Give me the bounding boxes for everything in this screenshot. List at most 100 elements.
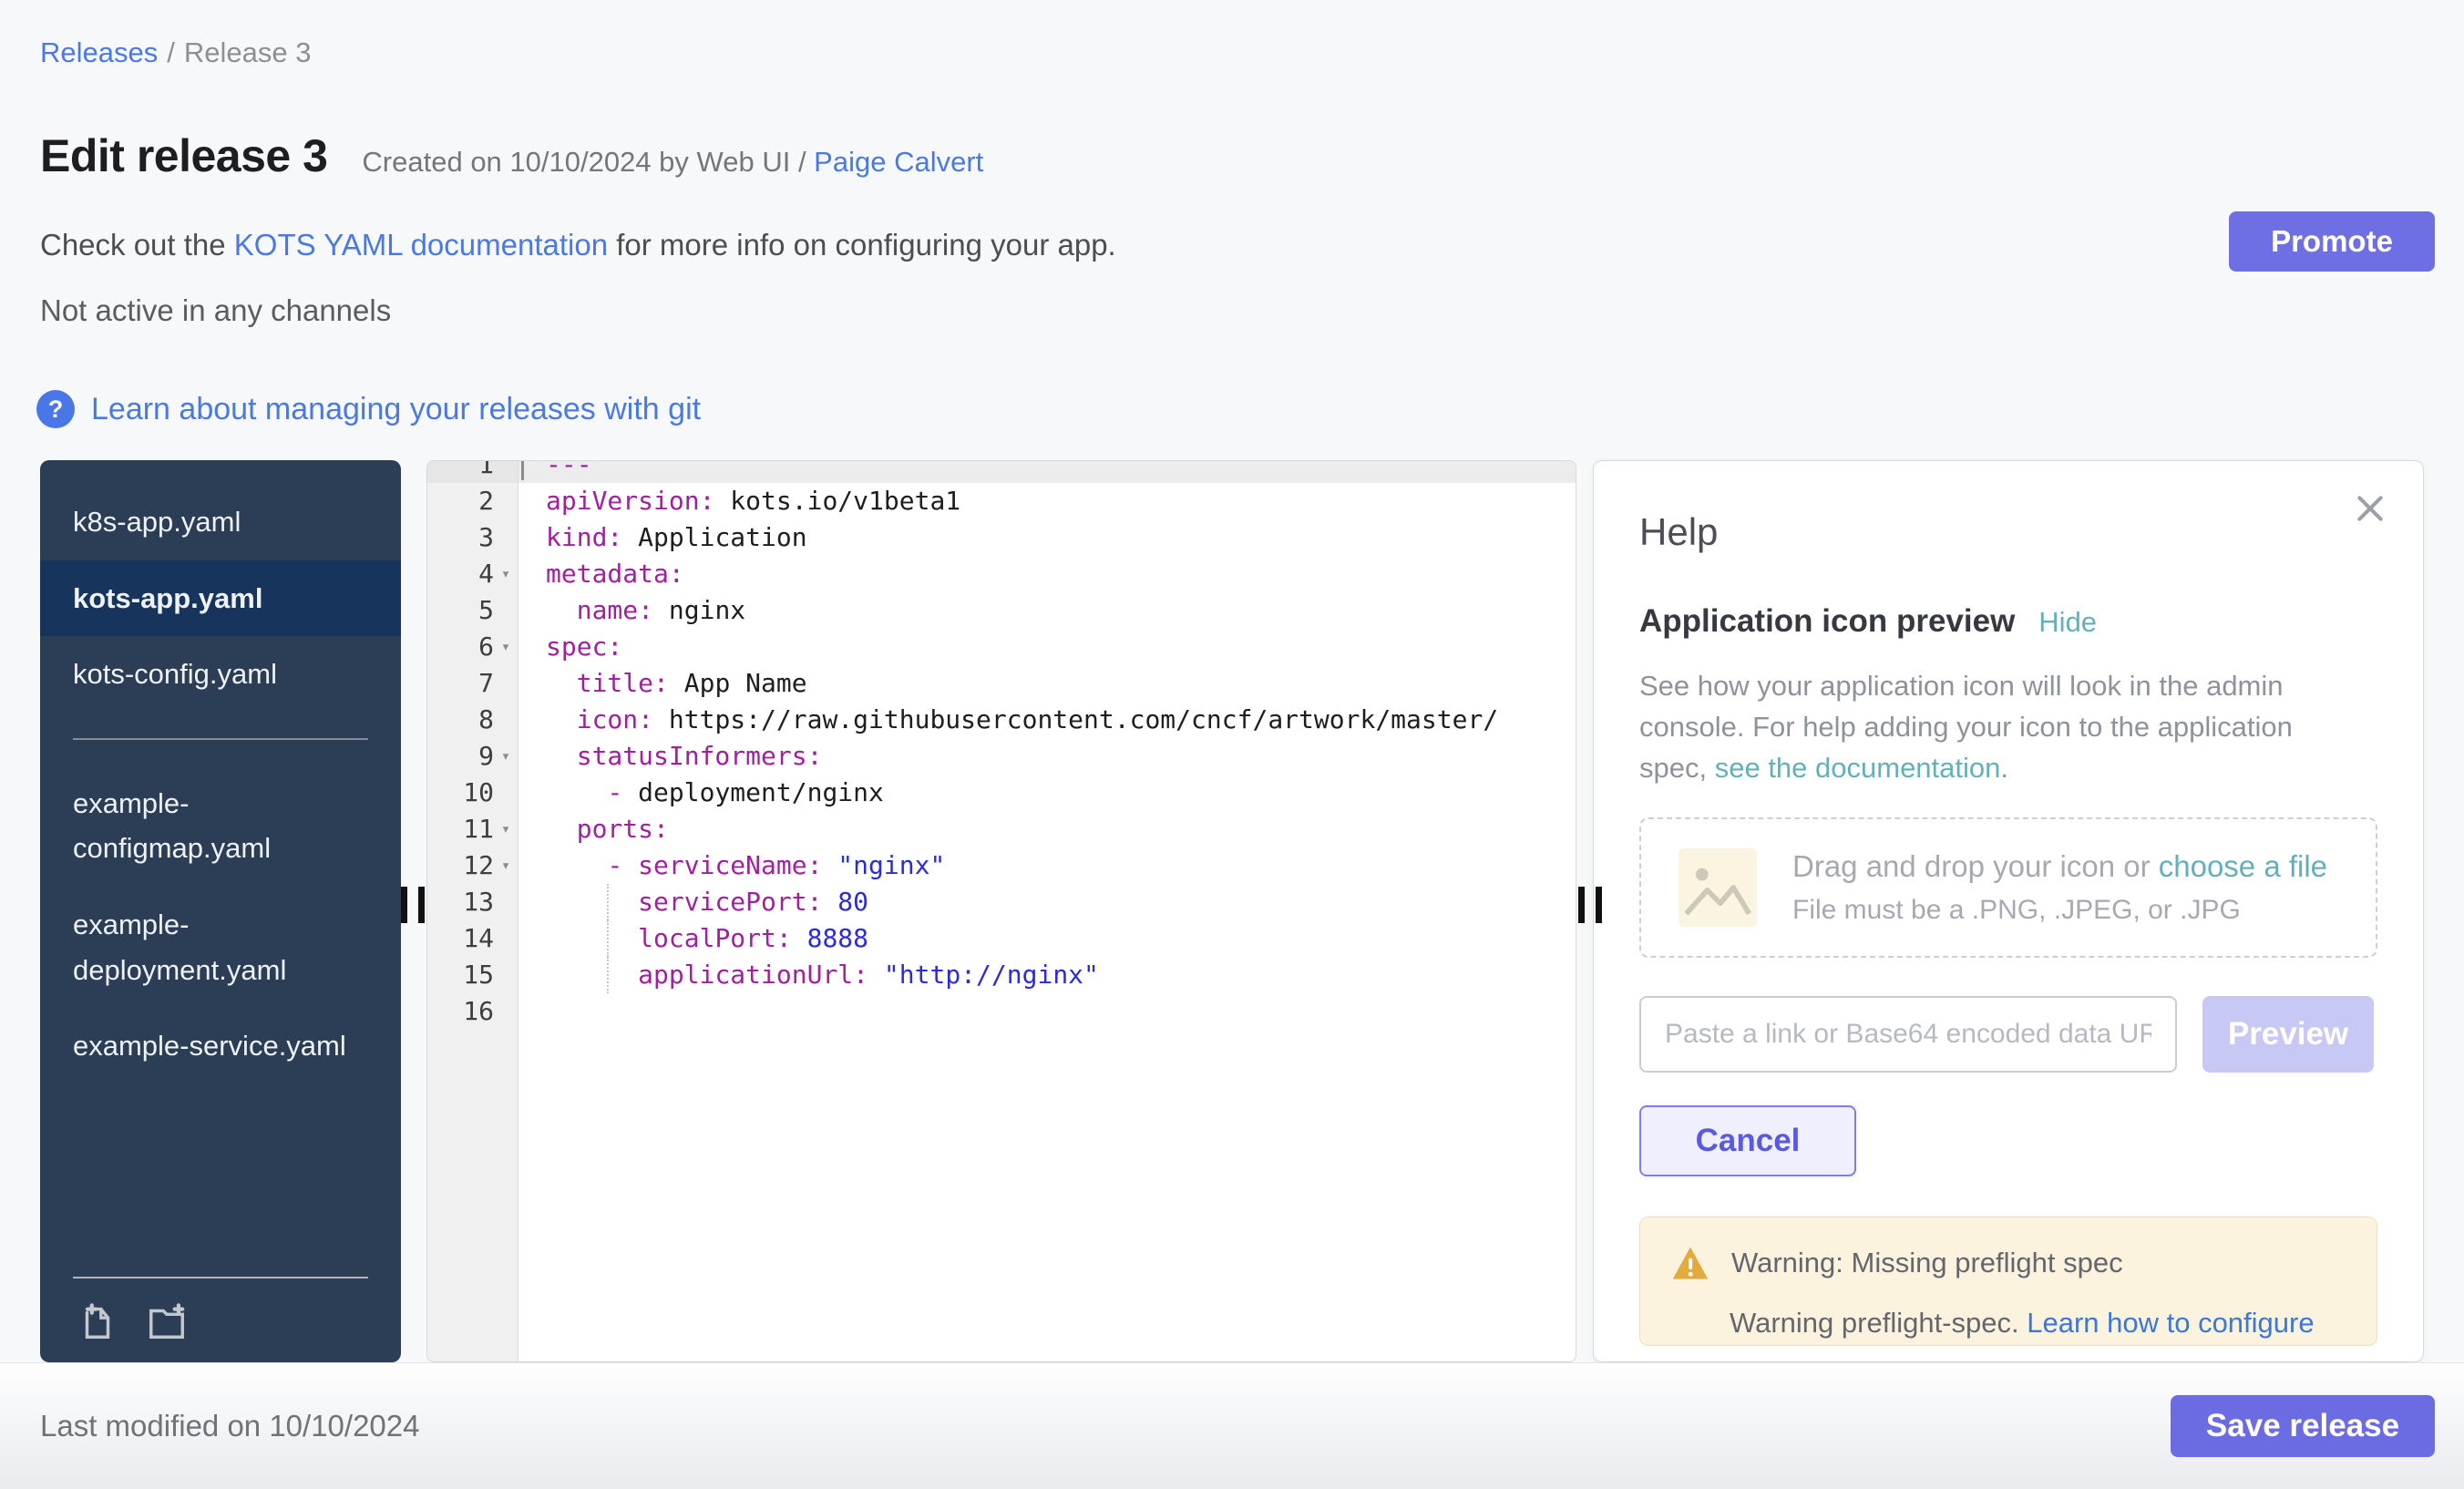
gutter-line-16: 16 (427, 993, 518, 1030)
kots-docs-link[interactable]: KOTS YAML documentation (234, 228, 608, 262)
code-token: kind: (546, 522, 622, 552)
fold-arrow-icon[interactable]: ▾ (494, 847, 518, 884)
code-editor[interactable]: 1234▾56▾789▾1011▾12▾13141516 ---apiVersi… (426, 460, 1576, 1362)
gutter-line-14: 14 (427, 920, 518, 957)
hide-link[interactable]: Hide (2038, 606, 2097, 639)
warning-configure-link[interactable]: Learn how to configure (2027, 1307, 2314, 1339)
close-icon[interactable] (2352, 490, 2388, 527)
code-token: - (607, 777, 638, 807)
line-number: 11 (463, 811, 494, 847)
code-token: apiVersion: (546, 486, 714, 516)
release-editor-page: Releases/Release 3 Edit release 3 Create… (0, 0, 2464, 1489)
file-item-example-configmap-yaml[interactable]: example-configmap.yaml (40, 765, 401, 887)
help-title: Help (1639, 510, 2377, 554)
drop-instruction-text: Drag and drop your icon or (1792, 849, 2159, 883)
promote-button[interactable]: Promote (2229, 211, 2435, 272)
file-item-example-deployment-yaml[interactable]: example-deployment.yaml (40, 887, 401, 1008)
file-group-divider (73, 738, 368, 740)
file-item-kots-app-yaml[interactable]: kots-app.yaml (40, 560, 401, 637)
drop-instruction: Drag and drop your icon or choose a file (1792, 849, 2327, 884)
choose-file-link[interactable]: choose a file (2159, 849, 2327, 883)
file-item-kots-config-yaml[interactable]: kots-config.yaml (40, 636, 401, 713)
gutter-line-15: 15 (427, 957, 518, 993)
gutter-line-4: 4▾ (427, 556, 518, 592)
new-folder-icon[interactable] (146, 1300, 188, 1342)
code-token (546, 850, 607, 880)
code-line-11: ports: (518, 811, 1576, 847)
code-token: https://raw.githubusercontent.com/cncf/a… (653, 704, 1498, 734)
code-token (546, 777, 607, 807)
code-line-16 (518, 993, 1576, 1030)
code-line-4: metadata: (518, 556, 1576, 592)
help-resize-handle[interactable] (1578, 887, 1602, 923)
gutter-line-5: 5 (427, 592, 518, 629)
icon-preview-section-header: Application icon preview Hide (1639, 603, 2377, 640)
help-panel: Help Application icon preview Hide See h… (1593, 460, 2424, 1362)
gutter-line-9: 9▾ (427, 738, 518, 775)
gutter-line-10: 10 (427, 775, 518, 811)
code-token: servicePort: (638, 887, 822, 917)
fold-arrow-icon[interactable]: ▾ (494, 629, 518, 665)
code-token: localPort: (638, 923, 792, 953)
line-number: 3 (478, 519, 494, 556)
warning-triangle-icon (1671, 1245, 1709, 1281)
code-token: statusInformers: (577, 741, 823, 771)
sidebar-bottom (40, 1277, 401, 1342)
indent-guide (607, 884, 609, 920)
code-line-9: statusInformers: (518, 738, 1576, 775)
file-item-k8s-app-yaml[interactable]: k8s-app.yaml (40, 484, 401, 560)
file-item-example-service-yaml[interactable]: example-service.yaml (40, 1008, 401, 1084)
code-line-14: localPort: 8888 (518, 920, 1576, 957)
code-line-6: spec: (518, 629, 1576, 665)
preview-button[interactable]: Preview (2202, 996, 2374, 1073)
code-token: "http://nginx" (868, 960, 1099, 990)
icon-drop-zone[interactable]: Drag and drop your icon or choose a file… (1639, 817, 2377, 958)
editor-gutter: 1234▾56▾789▾1011▾12▾13141516 (427, 460, 518, 1361)
file-sidebar: k8s-app.yamlkots-app.yamlkots-config.yam… (40, 460, 401, 1362)
page-title: Edit release 3 (40, 129, 327, 182)
section-title: Application icon preview (1639, 603, 2015, 640)
git-help-row: ? Learn about managing your releases wit… (36, 390, 701, 428)
channel-status: Not active in any channels (40, 293, 391, 328)
line-number: 13 (463, 884, 494, 920)
new-file-icon[interactable] (77, 1300, 118, 1342)
line-number: 1 (478, 460, 494, 483)
resize-bar (401, 887, 407, 923)
warning-banner: Warning: Missing preflight spec Warning … (1639, 1217, 2377, 1346)
code-token (546, 887, 638, 917)
breadcrumb-link-releases[interactable]: Releases (40, 36, 158, 68)
indent-guide (607, 957, 609, 993)
fold-arrow-icon[interactable]: ▾ (494, 738, 518, 775)
line-number: 2 (478, 483, 494, 519)
image-placeholder-icon (1676, 846, 1760, 929)
editor-code-area[interactable]: ---apiVersion: kots.io/v1beta1kind: Appl… (518, 460, 1576, 1361)
gutter-line-3: 3 (427, 519, 518, 556)
cancel-button[interactable]: Cancel (1639, 1105, 1856, 1176)
git-help-link[interactable]: Learn about managing your releases with … (91, 392, 701, 427)
last-modified-text: Last modified on 10/10/2024 (40, 1409, 419, 1443)
fold-arrow-icon[interactable]: ▾ (494, 811, 518, 847)
docs-line: Check out the KOTS YAML documentation fo… (40, 228, 1116, 262)
fold-arrow-icon[interactable]: ▾ (494, 556, 518, 592)
warning-title: Warning: Missing preflight spec (1731, 1247, 2123, 1279)
line-number: 7 (478, 665, 494, 702)
author-link[interactable]: Paige Calvert (814, 146, 983, 178)
code-token: name: (577, 595, 653, 625)
gutter-line-7: 7 (427, 665, 518, 702)
help-description: See how your application icon will look … (1639, 665, 2295, 788)
breadcrumb: Releases/Release 3 (40, 36, 311, 69)
code-line-1: --- (518, 460, 1576, 483)
code-token: metadata: (546, 559, 684, 589)
sidebar-resize-handle[interactable] (401, 887, 425, 923)
code-line-10: - deployment/nginx (518, 775, 1576, 811)
code-line-5: name: nginx (518, 592, 1576, 629)
code-line-13: servicePort: 80 (518, 884, 1576, 920)
icon-url-input[interactable] (1639, 996, 2177, 1073)
save-release-button[interactable]: Save release (2171, 1395, 2435, 1457)
code-token (546, 814, 577, 844)
see-docs-link[interactable]: see the documentation (1715, 752, 2001, 784)
gutter-line-13: 13 (427, 884, 518, 920)
line-number: 14 (463, 920, 494, 957)
gutter-line-8: 8 (427, 702, 518, 738)
code-token: nginx (653, 595, 745, 625)
